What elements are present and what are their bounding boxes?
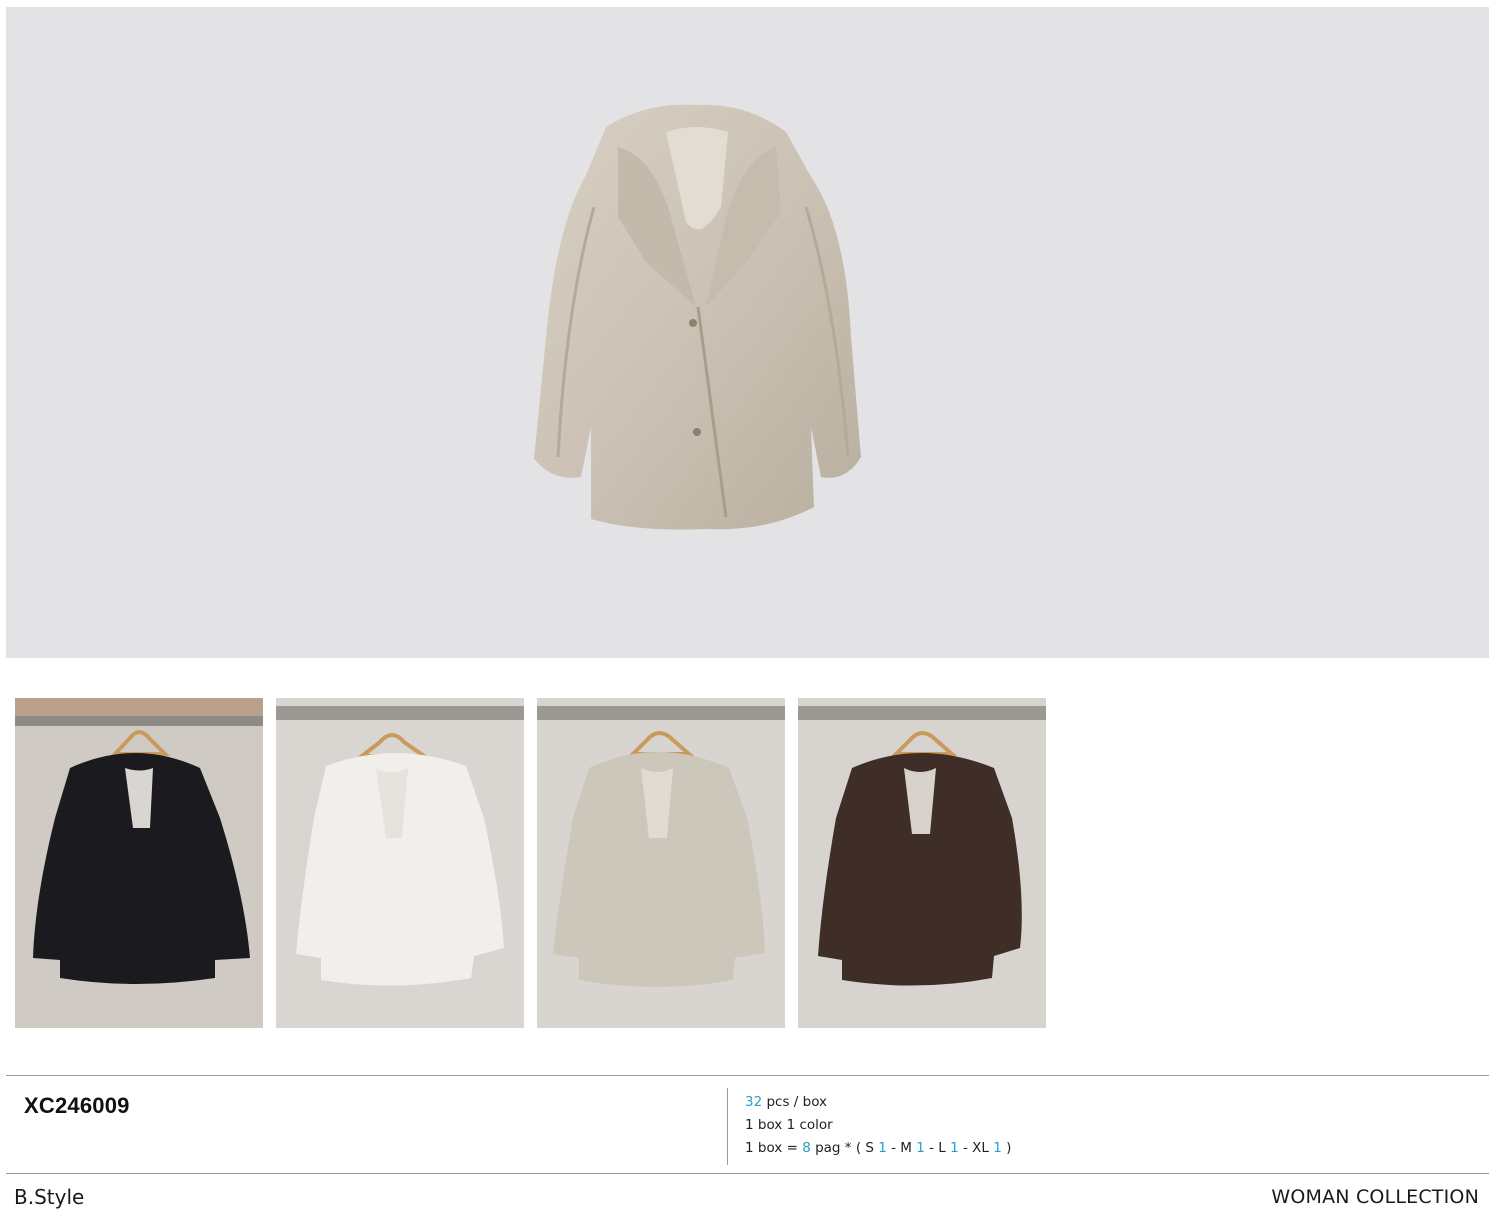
packing-specs: 32 pcs / box 1 box 1 color 1 box = 8 pag…	[745, 1091, 1011, 1160]
size-xl-label: - XL	[958, 1140, 994, 1156]
info-vertical-divider	[727, 1088, 728, 1165]
variant-brown-image	[798, 698, 1046, 1028]
variant-white-image	[276, 698, 524, 1028]
size-l-value: 1	[950, 1140, 959, 1156]
variant-beige-image	[537, 698, 785, 1028]
size-xl-value: 1	[993, 1140, 1002, 1156]
hero-product-image	[6, 7, 1489, 658]
size-breakdown-suffix: )	[1001, 1140, 1012, 1156]
collection-title: WOMAN COLLECTION	[1271, 1186, 1479, 1208]
info-top-divider	[6, 1075, 1489, 1076]
product-sku: XC246009	[24, 1093, 130, 1118]
pcs-per-box-value: 32	[745, 1094, 763, 1110]
size-m-label: - M	[886, 1140, 917, 1156]
size-m-value: 1	[916, 1140, 925, 1156]
footer-divider	[6, 1173, 1489, 1174]
box-color-line: 1 box 1 color	[745, 1117, 833, 1133]
packs-value: 8	[802, 1140, 811, 1156]
brand-name: B.Style	[14, 1185, 85, 1209]
size-l-label: - L	[924, 1140, 951, 1156]
size-s-value: 1	[878, 1140, 887, 1156]
pcs-per-box-label: pcs / box	[762, 1094, 828, 1110]
size-s-label: pag * ( S	[810, 1140, 879, 1156]
variant-black-image	[15, 698, 263, 1028]
pcs-per-box-line: 32 pcs / box	[745, 1091, 1011, 1114]
size-breakdown-prefix: 1 box =	[745, 1140, 803, 1156]
beige-fur-coat-illustration	[534, 104, 861, 530]
size-breakdown-line: 1 box = 8 pag * ( S 1 - M 1 - L 1 - XL 1…	[745, 1137, 1011, 1160]
